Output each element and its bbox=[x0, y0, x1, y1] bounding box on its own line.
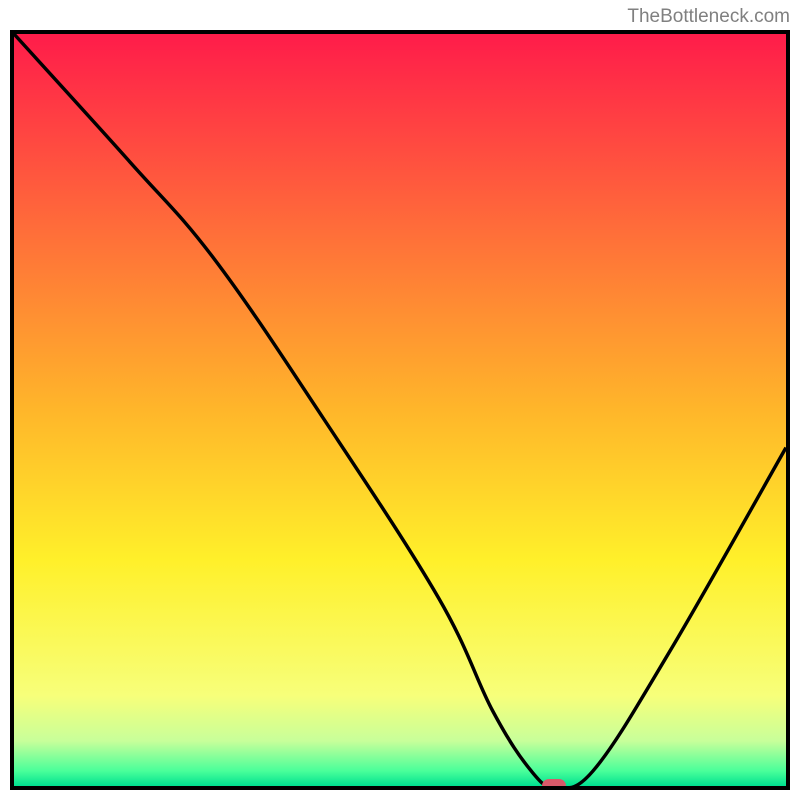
chart-area bbox=[10, 30, 790, 790]
optimal-point-marker bbox=[542, 779, 566, 790]
watermark-label: TheBottleneck.com bbox=[627, 6, 790, 28]
bottleneck-curve bbox=[14, 34, 786, 786]
